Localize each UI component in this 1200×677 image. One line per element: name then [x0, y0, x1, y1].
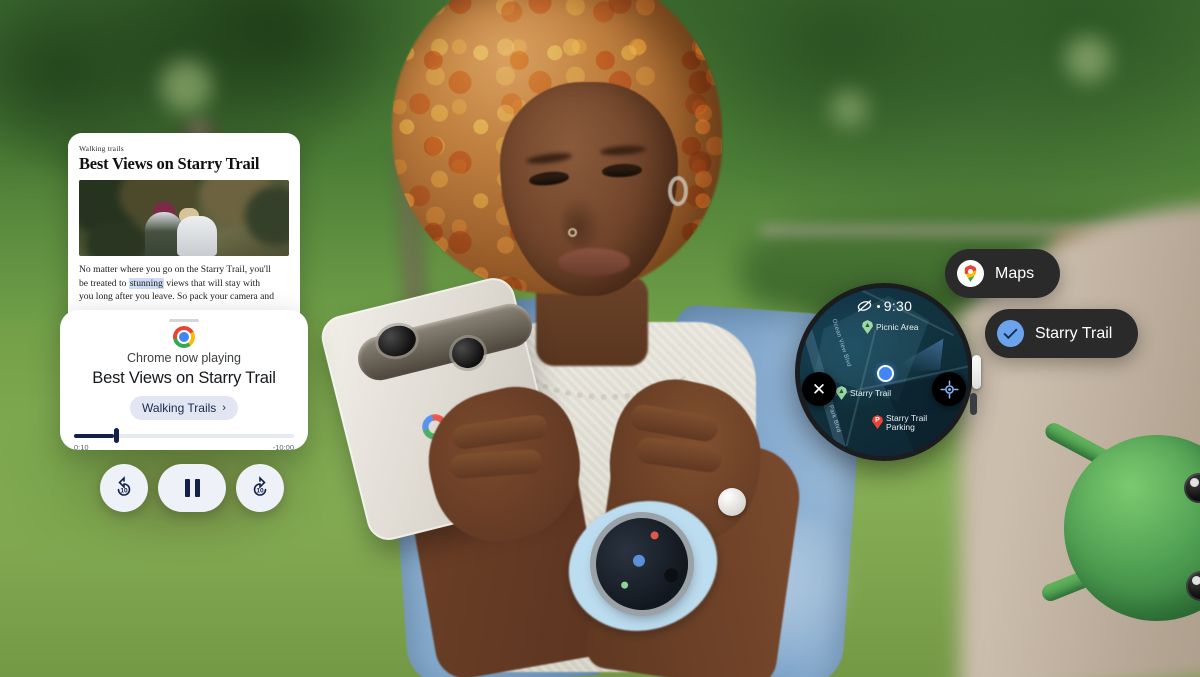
article-body-segment: views that will stay with — [163, 277, 261, 289]
svg-text:10: 10 — [256, 488, 264, 495]
pixel-watch-device: Ocean View Blvd Park Blvd 9:30 ▲ Picnic … — [789, 277, 981, 467]
article-body-line: you long after you leave. So pack your c… — [79, 291, 274, 303]
timer-check-icon — [997, 320, 1024, 347]
park-pin-icon: ▲ — [836, 386, 847, 400]
my-location-icon — [939, 379, 959, 399]
forward-10-icon: 10 — [253, 476, 267, 496]
no-connection-icon — [857, 300, 872, 312]
remaining-time: -10:00 — [272, 443, 294, 452]
mascot-head — [1064, 435, 1200, 621]
now-playing-card[interactable]: Chrome now playing Best Views on Starry … — [60, 310, 308, 452]
pill-maps[interactable]: Maps — [945, 249, 1061, 298]
highlighted-word: stunning — [128, 277, 164, 289]
rewind-10-button[interactable]: 10 — [100, 464, 148, 512]
pause-button[interactable] — [158, 464, 226, 512]
check-glyph — [1003, 325, 1018, 340]
pin-glyph: P — [875, 417, 880, 424]
now-playing-title: Best Views on Starry Trail — [92, 369, 276, 387]
pin-glyph: ▲ — [864, 322, 871, 329]
now-playing-subtitle: Chrome now playing — [127, 351, 241, 365]
watch-status-bar: 9:30 — [800, 298, 968, 314]
article-hero-image — [79, 180, 289, 257]
replay-10-icon: 10 — [117, 476, 131, 496]
nose-ring — [568, 228, 577, 237]
pill-label: Starry Trail — [1035, 324, 1113, 342]
article-body-line: No matter where you go on the Starry Tra… — [79, 264, 271, 276]
android-mascot — [1036, 407, 1200, 647]
pill-label: Maps — [995, 264, 1035, 282]
chevron-right-icon: › — [222, 402, 226, 414]
bokeh-light — [1065, 36, 1111, 82]
elapsed-time: 0:10 — [74, 443, 89, 452]
status-separator-dot — [876, 304, 880, 308]
jacket-button — [718, 488, 746, 516]
poi-label-line: Parking — [886, 422, 915, 433]
article-body-segment: be treated to — [79, 277, 129, 289]
article-body-text: No matter where you go on the Starry Tra… — [79, 263, 289, 304]
map-poi-starry-trail[interactable]: ▲ Starry Trail — [836, 386, 891, 400]
article-body-line: be treated to stunning views that will s… — [79, 277, 289, 291]
nose — [562, 196, 602, 248]
drag-handle[interactable] — [169, 319, 199, 322]
bokeh-light — [160, 60, 212, 112]
article-preview-card[interactable]: Walking trails Best Views on Starry Trai… — [68, 133, 300, 323]
progress-time-row: 0:10 -10:00 — [74, 443, 294, 452]
map-poi-picnic-area[interactable]: ▲ Picnic Area — [862, 320, 919, 334]
transport-controls: 10 10 — [100, 464, 284, 512]
chrome-icon-inner-blue — [179, 332, 189, 342]
walking-trails-chip[interactable]: Walking Trails › — [130, 396, 238, 420]
worn-watch-pin — [649, 530, 660, 541]
playback-progress-slider[interactable] — [74, 428, 294, 443]
article-headline: Best Views on Starry Trail — [79, 154, 260, 173]
worn-watch-pin — [620, 580, 629, 590]
watch-side-button[interactable] — [970, 393, 977, 415]
now-playing-chip-row: Walking Trails › — [74, 388, 294, 420]
poi-label: Starry Trail — [850, 388, 892, 398]
google-maps-icon — [957, 260, 984, 287]
progress-thumb[interactable] — [114, 428, 119, 443]
close-button[interactable]: ✕ — [802, 372, 836, 406]
watch-screen[interactable]: Ocean View Blvd Park Blvd 9:30 ▲ Picnic … — [800, 288, 968, 456]
article-image-person — [177, 216, 217, 257]
lips — [558, 248, 630, 276]
bokeh-light — [830, 90, 868, 128]
person-subject — [300, 0, 871, 677]
pin-glyph: ▲ — [838, 388, 845, 395]
pill-starry-trail[interactable]: Starry Trail — [985, 309, 1139, 358]
map-poi-starry-trail-parking[interactable]: P Starry Trail Parking — [872, 413, 927, 433]
worn-watch-button — [662, 566, 680, 585]
watch-time: 9:30 — [883, 298, 913, 314]
poi-label: Picnic Area — [876, 322, 919, 332]
parking-pin-icon: P — [872, 415, 883, 429]
earring — [668, 176, 688, 206]
current-location-dot — [877, 365, 894, 382]
my-location-button[interactable] — [932, 372, 966, 406]
svg-text:10: 10 — [120, 488, 128, 495]
pause-icon — [184, 479, 200, 497]
park-pin-icon: ▲ — [862, 320, 873, 334]
forward-10-button[interactable]: 10 — [236, 464, 284, 512]
article-kicker: Walking trails — [79, 144, 124, 153]
maps-pin-shape — [964, 265, 977, 282]
close-icon: ✕ — [811, 379, 827, 399]
worn-watch-location-dot — [631, 553, 647, 569]
poi-label: Starry Trail Parking — [886, 413, 927, 433]
watch-crown[interactable] — [972, 355, 981, 389]
chip-label: Walking Trails — [142, 401, 217, 415]
chrome-icon — [173, 326, 195, 348]
progress-fill — [74, 434, 114, 438]
article-image-foliage — [85, 220, 151, 257]
